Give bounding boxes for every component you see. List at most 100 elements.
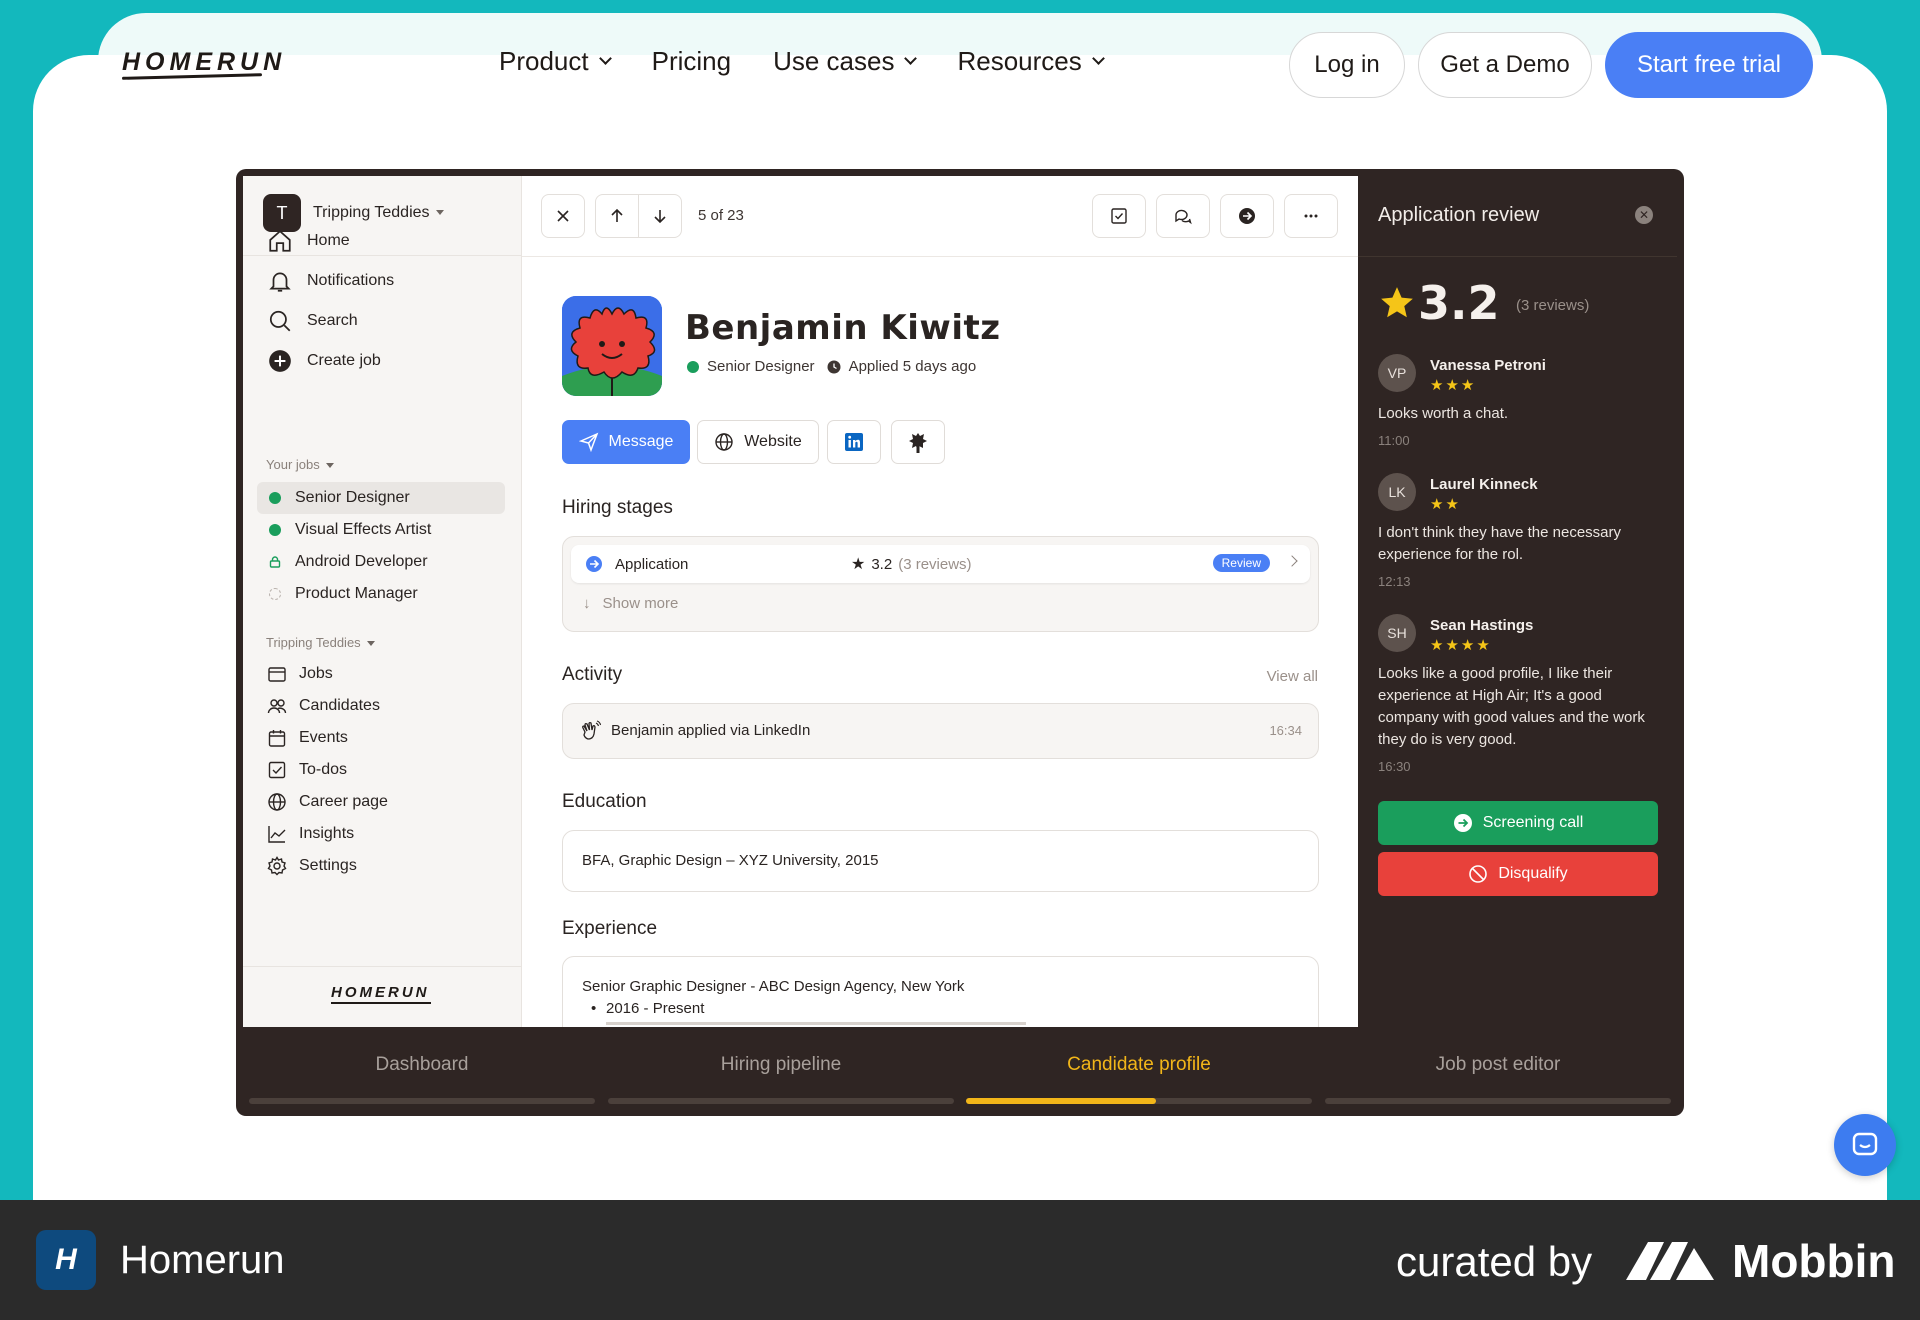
more-options-button[interactable] [1284, 194, 1338, 238]
sidebar-item-home[interactable]: Home [267, 228, 350, 254]
status-dot [687, 360, 699, 373]
workspace-avatar: T [263, 194, 301, 232]
sidebar-job-senior-designer[interactable]: Senior Designer [257, 482, 505, 514]
caret-down-icon [366, 641, 375, 647]
sidebar-item-settings[interactable]: Settings [267, 856, 357, 876]
linkedin-button[interactable] [827, 420, 881, 464]
sidebar-footer-divider [243, 966, 522, 967]
stage-rating-value: 3.2 [871, 555, 893, 573]
job-label: Visual Effects Artist [295, 521, 432, 538]
plus-circle-icon [269, 350, 291, 372]
job-label: Android Developer [295, 553, 428, 570]
sidebar-item-label: Settings [299, 857, 357, 874]
education-card: BFA, Graphic Design – XYZ University, 20… [562, 830, 1319, 892]
nav-resources[interactable]: Resources [957, 46, 1105, 77]
reviewer-name: Sean Hastings [1430, 617, 1534, 634]
nav-pricing[interactable]: Pricing [652, 46, 731, 77]
nav-use-cases[interactable]: Use cases [773, 46, 918, 77]
activity-time: 16:34 [1269, 723, 1302, 738]
comments-button[interactable] [1156, 194, 1210, 238]
workspace-switcher[interactable]: T Tripping Teddies [263, 194, 444, 232]
avatar: VP [1378, 354, 1416, 392]
sidebar-item-jobs[interactable]: Jobs [267, 664, 333, 684]
review-text: Looks worth a chat. [1378, 405, 1509, 422]
sidebar-item-create-job[interactable]: Create job [267, 348, 381, 374]
close-button[interactable] [541, 194, 585, 238]
github-icon [909, 433, 927, 453]
candidate-main: 5 of 23 Benjamin Kiwitz Senior Designer … [522, 176, 1358, 1027]
show-more-link[interactable]: ↓ Show more [583, 595, 678, 612]
message-button[interactable]: Message [562, 420, 690, 464]
tab-hiring-pipeline[interactable]: Hiring pipeline [608, 1054, 954, 1076]
candidate-avatar [562, 296, 662, 396]
arrow-down-icon: ↓ [583, 595, 591, 612]
review-badge[interactable]: Review [1212, 554, 1270, 572]
arrow-circle-icon [586, 556, 602, 572]
tab-progress [1325, 1098, 1671, 1104]
website-label: Website [744, 433, 802, 450]
screening-call-button[interactable]: Screening call [1378, 801, 1658, 845]
stage-row-application[interactable]: Application ★ 3.2 (3 reviews) Review [571, 545, 1310, 583]
website-button[interactable]: Website [697, 420, 819, 464]
sidebar-item-candidates[interactable]: Candidates [267, 696, 380, 716]
move-stage-button[interactable] [1220, 194, 1274, 238]
curated-by-text: curated by [1396, 1238, 1593, 1285]
close-panel-button[interactable]: ✕ [1635, 206, 1653, 224]
job-label: Product Manager [295, 585, 418, 602]
sidebar-item-label: Candidates [299, 697, 380, 714]
login-button[interactable]: Log in [1289, 32, 1405, 98]
preview-tabs: Dashboard Hiring pipeline Candidate prof… [243, 1032, 1677, 1110]
sidebar-item-notifications[interactable]: Notifications [267, 268, 394, 294]
your-jobs-section[interactable]: Your jobs [266, 457, 334, 472]
github-button[interactable] [891, 420, 945, 464]
next-candidate-button[interactable] [638, 194, 682, 238]
sidebar-item-label: Career page [299, 793, 388, 810]
sidebar-item-events[interactable]: Events [267, 728, 348, 748]
company-section[interactable]: Tripping Teddies [266, 635, 375, 650]
sidebar-job-product-manager[interactable]: Product Manager [257, 578, 505, 610]
education-entry: BFA, Graphic Design – XYZ University, 20… [582, 852, 879, 869]
chat-icon [1175, 209, 1192, 225]
candidates-icon [267, 699, 287, 714]
lock-icon [269, 556, 281, 568]
start-free-trial-button[interactable]: Start free trial [1605, 32, 1813, 98]
support-chat-button[interactable] [1834, 1114, 1896, 1176]
view-all-link[interactable]: View all [1267, 668, 1318, 685]
app-sidebar: T Tripping Teddies Home Notifications Se… [243, 176, 522, 1027]
disqualify-button[interactable]: Disqualify [1378, 852, 1658, 896]
sidebar-item-insights[interactable]: Insights [267, 824, 354, 844]
sidebar-footer-logo-underline [331, 1002, 431, 1004]
sidebar-item-search[interactable]: Search [267, 308, 358, 334]
experience-role: Senior Graphic Designer - ABC Design Age… [582, 978, 965, 995]
reviewer-name: Laurel Kinneck [1430, 476, 1538, 493]
todo-button[interactable] [1092, 194, 1146, 238]
arrow-circle-icon [1453, 814, 1472, 832]
sidebar-item-todos[interactable]: To-dos [267, 760, 347, 780]
review-time: 16:30 [1378, 759, 1411, 774]
nav-product[interactable]: Product [499, 46, 612, 77]
review-text: I don't think they have the necessary ex… [1378, 524, 1622, 563]
tab-job-post-editor[interactable]: Job post editor [1325, 1054, 1671, 1076]
sidebar-item-career-page[interactable]: Career page [267, 792, 388, 812]
chart-icon [268, 826, 286, 843]
sidebar-item-label: Events [299, 729, 348, 746]
chat-icon [1852, 1132, 1878, 1156]
status-dot [269, 524, 281, 536]
review-score: 3.2 [1418, 276, 1500, 330]
candidate-name: Benjamin Kiwitz [685, 308, 1001, 348]
nav-resources-label: Resources [957, 46, 1082, 76]
nav-pricing-label: Pricing [651, 46, 732, 76]
sidebar-job-visual-effects-artist[interactable]: Visual Effects Artist [257, 514, 505, 546]
stage-label: Application [615, 555, 689, 573]
previous-candidate-button[interactable] [595, 194, 639, 238]
review-time: 11:00 [1378, 433, 1410, 448]
tab-candidate-profile[interactable]: Candidate profile [966, 1054, 1312, 1076]
app-name: Homerun [120, 1238, 285, 1282]
get-demo-button[interactable]: Get a Demo [1418, 32, 1592, 98]
tab-dashboard[interactable]: Dashboard [249, 1054, 595, 1076]
sidebar-job-android-developer[interactable]: Android Developer [257, 546, 505, 578]
avatar: LK [1378, 473, 1416, 511]
clock-icon [827, 360, 841, 373]
sidebar-item-label: Jobs [299, 665, 333, 682]
checkbox-icon [268, 761, 286, 779]
